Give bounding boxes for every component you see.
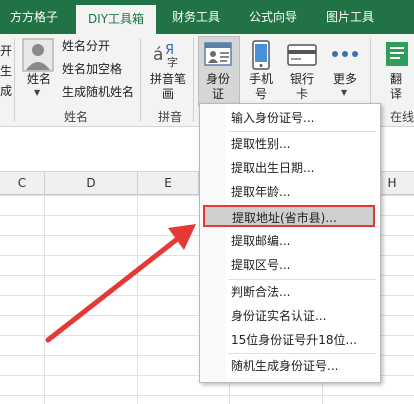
menu-item-input-id[interactable]: 输入身份证号... bbox=[200, 107, 380, 129]
menu-item-random-id[interactable]: 随机生成身份证号... bbox=[200, 355, 380, 377]
menu-item-realname-auth[interactable]: 身份证实名认证... bbox=[200, 305, 380, 327]
menu-item-extract-address[interactable]: 提取地址(省市县)... bbox=[203, 205, 375, 227]
menu-item-extract-postcode[interactable]: 提取邮编... bbox=[200, 230, 380, 252]
menu-item-extract-area-code[interactable]: 提取区号... bbox=[200, 254, 380, 276]
menu-separator bbox=[228, 353, 376, 354]
menu-item-extract-age[interactable]: 提取年龄... bbox=[200, 181, 380, 203]
menu-item-upgrade-15-to-18[interactable]: 15位身份证号升18位... bbox=[200, 329, 380, 351]
menu-separator bbox=[228, 279, 376, 280]
menu-item-validate[interactable]: 判断合法... bbox=[200, 281, 380, 303]
id-card-dropdown-menu: 输入身份证号... 提取性别... 提取出生日期... 提取年龄... 提取地址… bbox=[199, 103, 381, 383]
menu-item-extract-gender[interactable]: 提取性别... bbox=[200, 133, 380, 155]
menu-separator bbox=[228, 131, 376, 132]
menu-item-extract-birthdate[interactable]: 提取出生日期... bbox=[200, 157, 380, 179]
